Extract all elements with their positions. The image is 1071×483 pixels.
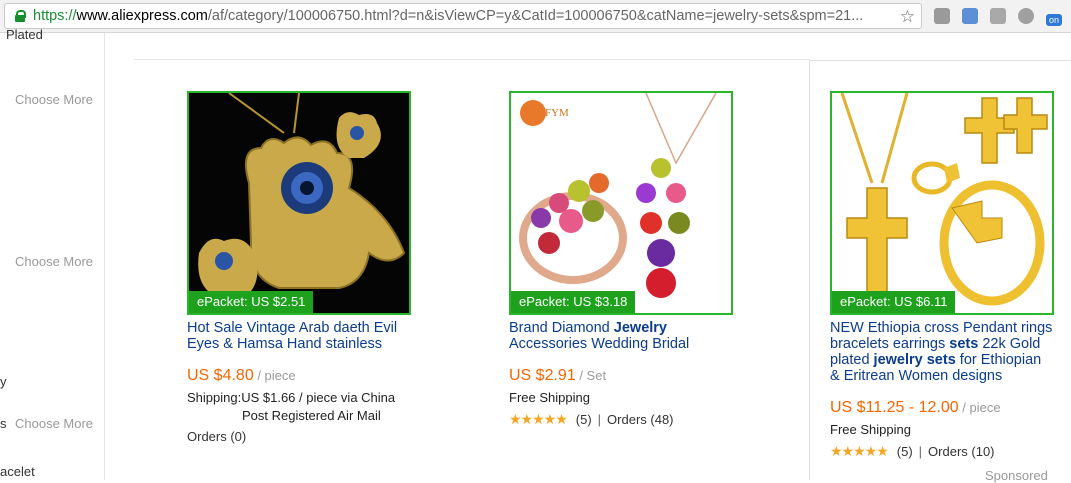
orders-count[interactable]: Orders (48) xyxy=(607,412,673,427)
rating-stars-icon[interactable]: ★★★★★ xyxy=(830,443,889,460)
product-title[interactable]: NEW Ethiopia cross Pendant rings bracele… xyxy=(830,320,1054,384)
separator: | xyxy=(918,444,923,459)
product-card[interactable]: ePacket: US $6.11 NEW Ethiopia cross Pen… xyxy=(830,91,1070,460)
product-image[interactable]: ePacket: US $6.11 xyxy=(830,91,1054,315)
sidebar-item-plated[interactable]: Plated xyxy=(6,27,43,42)
rating-row: ★★★★★ (5) | Orders (10) xyxy=(830,443,1070,460)
shipping-line-1: Shipping:US $1.66 / piece via China xyxy=(187,390,396,405)
hamsa-pendant-image xyxy=(189,93,409,313)
product-price: US $4.80 xyxy=(187,367,254,384)
epacket-badge: ePacket: US $6.11 xyxy=(832,291,956,313)
review-count[interactable]: (5) xyxy=(897,444,913,459)
title-part: Accessories Wedding Bridal xyxy=(509,336,690,352)
url-host: www.aliexpress.com xyxy=(76,8,208,24)
extension-on-icon[interactable]: on xyxy=(1046,14,1062,26)
price-unit: / piece xyxy=(958,400,1001,415)
amazon-extension-icon[interactable] xyxy=(962,8,978,24)
product-card[interactable]: FYM ePacket: US $3.18 Brand Diamond Jewe… xyxy=(509,91,749,428)
product-title[interactable]: Brand Diamond Jewelry Accessories Weddin… xyxy=(509,320,733,352)
price-line: US $2.91 / Set xyxy=(509,367,749,385)
sidebar-item-bracelet[interactable]: acelet xyxy=(0,464,35,479)
product-title[interactable]: Hot Sale Vintage Arab daeth Evil Eyes & … xyxy=(187,320,411,352)
review-count[interactable]: (5) xyxy=(576,412,592,427)
shipping-info: Free Shipping xyxy=(830,422,911,437)
sponsored-label: Sponsored xyxy=(985,468,1048,483)
diamond-jewelry-image xyxy=(511,93,731,313)
brand-logo-text: FYM xyxy=(545,107,569,119)
divider xyxy=(134,59,810,60)
choose-more-link[interactable]: Choose More xyxy=(15,92,93,107)
url-scheme: https:// xyxy=(33,8,77,24)
shipping-info: Shipping:US $1.66 / piece via China Post… xyxy=(187,389,427,425)
lock-icon xyxy=(15,10,26,22)
separator: | xyxy=(597,412,602,427)
sidebar-item-fragment[interactable]: s xyxy=(0,416,7,431)
orders-count[interactable]: Orders (10) xyxy=(928,444,994,459)
sidebar-item-fragment[interactable]: y xyxy=(0,374,7,389)
bookmark-star-icon[interactable]: ☆ xyxy=(900,7,915,27)
rating-stars-icon[interactable]: ★★★★★ xyxy=(509,411,568,428)
price-line: US $11.25 - 12.00 / piece xyxy=(830,399,1070,417)
product-price: US $2.91 xyxy=(509,367,576,384)
price-line: US $4.80 / piece xyxy=(187,367,427,385)
ethiopian-cross-jewelry-image xyxy=(832,93,1052,313)
url-path: /af/category/100006750.html?d=n&isViewCP… xyxy=(207,8,864,24)
shipping-info: Free Shipping xyxy=(509,390,590,405)
browser-toolbar: https://www.aliexpress.com/af/category/1… xyxy=(0,0,1071,33)
product-image[interactable]: ePacket: US $2.51 xyxy=(187,91,411,315)
price-unit: / piece xyxy=(253,368,296,383)
product-image[interactable]: FYM ePacket: US $3.18 xyxy=(509,91,733,315)
epacket-badge: ePacket: US $2.51 xyxy=(189,291,314,313)
orders-count[interactable]: Orders (0) xyxy=(187,429,427,444)
epacket-badge: ePacket: US $3.18 xyxy=(511,291,636,313)
camera-extension-icon[interactable] xyxy=(990,8,1006,24)
extension-icon[interactable] xyxy=(934,8,950,24)
product-price: US $11.25 - 12.00 xyxy=(830,399,959,416)
choose-more-link[interactable]: Choose More xyxy=(15,254,93,269)
rating-row: ★★★★★ (5) | Orders (48) xyxy=(509,411,749,428)
title-keyword: jewelry sets xyxy=(873,352,956,368)
profile-icon[interactable] xyxy=(1018,8,1034,24)
title-keyword: Jewelry xyxy=(613,320,667,336)
title-keyword: sets xyxy=(949,336,979,352)
product-card[interactable]: ePacket: US $2.51 Hot Sale Vintage Arab … xyxy=(187,91,427,444)
title-part: Brand Diamond xyxy=(509,320,614,336)
shipping-line-2: Post Registered Air Mail xyxy=(242,408,381,423)
price-unit: / Set xyxy=(575,368,607,383)
address-bar[interactable]: https://www.aliexpress.com/af/category/1… xyxy=(4,3,922,29)
choose-more-link[interactable]: Choose More xyxy=(15,416,93,431)
